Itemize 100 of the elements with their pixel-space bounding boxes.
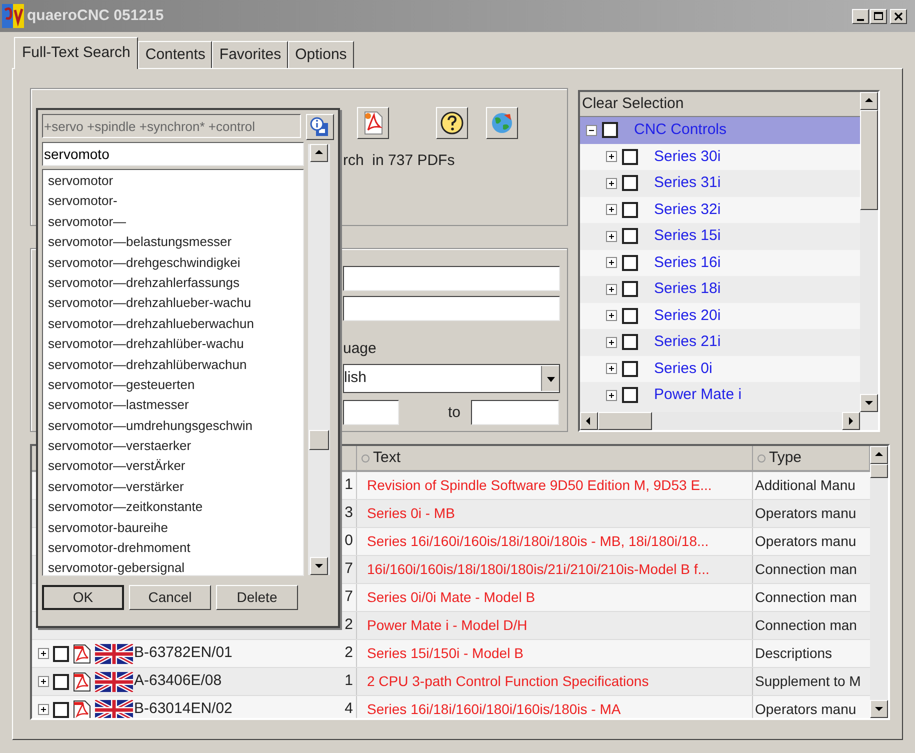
checkbox[interactable] <box>622 387 638 404</box>
expand-icon[interactable] <box>38 676 49 687</box>
expand-icon[interactable] <box>606 178 617 189</box>
scroll-up-button[interactable] <box>860 92 878 110</box>
table-cell: 2 <box>272 640 357 667</box>
suggestion-item[interactable]: servomotor—drehzahlueberwachun <box>43 314 303 334</box>
expand-icon[interactable] <box>606 310 617 322</box>
expand-icon[interactable] <box>606 257 617 268</box>
checkbox[interactable] <box>622 308 638 324</box>
checkbox[interactable] <box>53 646 69 662</box>
app-logo-icon <box>2 4 24 28</box>
expand-icon[interactable] <box>38 648 49 659</box>
dialog-button[interactable]: Cancel <box>129 585 211 610</box>
tree-item-label: Series 15i <box>654 226 721 246</box>
table-cell: Series 0i - MB <box>357 500 753 527</box>
scrollbar[interactable] <box>870 446 888 718</box>
tree-row[interactable]: Series 16i <box>580 250 860 276</box>
expand-icon[interactable] <box>606 336 617 348</box>
web-button[interactable] <box>486 107 518 139</box>
close-button[interactable] <box>890 8 907 24</box>
suggestion-item[interactable]: servomotor—umdrehungsgeschwin <box>43 416 303 436</box>
suggestion-item[interactable]: servomotor—drehgeschwindigkei <box>43 252 303 273</box>
scrollbar-thumb[interactable] <box>309 430 329 450</box>
checkbox[interactable] <box>622 360 638 377</box>
scrollbar-thumb[interactable] <box>860 110 878 210</box>
tab[interactable]: Options <box>288 41 354 68</box>
tree-row[interactable]: Series 0i <box>580 356 860 382</box>
suggestion-item[interactable]: servomotor—drehzahlüber-wachu <box>43 334 303 355</box>
suggestion-item[interactable]: servomotor—belastungsmesser <box>43 232 303 253</box>
suggestion-item[interactable]: servomotor <box>43 171 303 192</box>
table-cell-text: Connection man <box>754 616 858 635</box>
scrollbar[interactable] <box>580 412 860 430</box>
tree-item-label: Series 32i <box>654 200 721 220</box>
expand-icon[interactable] <box>38 704 49 715</box>
input-field[interactable] <box>343 266 560 291</box>
suggestion-item[interactable]: servomotor—drehzahlueber-wachu <box>43 293 303 314</box>
suggestion-item[interactable]: servomotor- <box>43 191 303 212</box>
suggestion-item[interactable]: servomotor—verstaerker <box>43 436 303 456</box>
checkbox[interactable] <box>53 674 69 690</box>
suggestion-item[interactable]: servomotor—drehzahlerfassungs <box>43 272 303 294</box>
suggestion-item[interactable]: servomotor—gesteuerten <box>43 374 303 396</box>
table-cell: 4 <box>272 696 357 718</box>
scrollbar-thumb[interactable] <box>870 464 888 478</box>
tree-item-label: Series 21i <box>654 332 721 352</box>
checkbox[interactable] <box>622 175 638 192</box>
input-field[interactable] <box>343 296 560 321</box>
scroll-up-button[interactable] <box>870 446 888 464</box>
expand-icon[interactable] <box>606 390 617 401</box>
input-field[interactable] <box>343 400 399 425</box>
scroll-left-button[interactable] <box>580 412 598 430</box>
expand-icon[interactable] <box>606 230 617 242</box>
expand-icon[interactable] <box>606 204 617 216</box>
checkbox[interactable] <box>622 254 638 271</box>
checkbox[interactable] <box>622 202 638 218</box>
history-field[interactable]: +servo +spindle +synchron* +control <box>42 114 302 138</box>
scrollbar[interactable] <box>860 92 878 412</box>
language-dropdown[interactable]: lish <box>343 364 560 393</box>
pdf-button[interactable] <box>357 107 389 139</box>
dialog-button[interactable]: Delete <box>216 585 298 610</box>
scroll-down-button[interactable] <box>870 700 888 718</box>
checkbox[interactable] <box>622 334 638 350</box>
scroll-up-button[interactable] <box>310 144 328 162</box>
checkbox[interactable] <box>53 702 69 718</box>
field-label: uage <box>343 339 376 359</box>
checkbox[interactable] <box>622 281 638 298</box>
tree-item-label: Series 18i <box>654 279 721 299</box>
checkbox[interactable] <box>622 148 638 165</box>
scrollbar[interactable] <box>308 144 330 575</box>
expand-icon[interactable] <box>606 284 617 295</box>
tab[interactable]: Favorites <box>212 41 288 68</box>
tab[interactable]: Full-Text Search <box>14 37 138 69</box>
tree-row[interactable]: Series 32i <box>580 196 860 223</box>
suggestion-item[interactable]: servomotor—drehzahlüberwachun <box>43 354 303 375</box>
scroll-down-button[interactable] <box>860 394 878 412</box>
help-button[interactable] <box>436 107 468 139</box>
document-code: A-63406E/08 <box>134 671 222 692</box>
input-field[interactable] <box>471 400 559 425</box>
search-field[interactable]: servomoto <box>42 142 304 166</box>
column-header[interactable]: Text <box>357 446 753 470</box>
info-button[interactable] <box>306 114 334 140</box>
scroll-down-button[interactable] <box>310 557 328 575</box>
suggestion-item[interactable]: servomotor— <box>43 212 303 232</box>
tree-item-label: Series 31i <box>654 173 721 193</box>
collapse-icon[interactable] <box>586 124 597 136</box>
checkbox[interactable] <box>622 228 638 244</box>
checkbox[interactable] <box>602 122 618 138</box>
dialog-button[interactable]: OK <box>42 585 124 610</box>
tab[interactable]: Contents <box>138 41 212 68</box>
document-code: B-63014EN/02 <box>134 699 232 718</box>
minimize-button[interactable] <box>852 8 869 24</box>
maximize-button[interactable] <box>870 8 887 24</box>
tree-row[interactable]: Series 20i <box>580 302 860 329</box>
union-jack-flag-icon <box>95 644 133 664</box>
expand-icon[interactable] <box>606 363 617 374</box>
scroll-right-button[interactable] <box>842 412 860 430</box>
suggestion-item[interactable]: servomotor—lastmesser <box>43 395 303 416</box>
expand-icon[interactable] <box>606 151 617 162</box>
clear-selection-button[interactable]: Clear Selection <box>580 92 860 117</box>
scrollbar-thumb[interactable] <box>598 412 652 430</box>
tree-row[interactable]: Series 30i <box>580 144 860 170</box>
